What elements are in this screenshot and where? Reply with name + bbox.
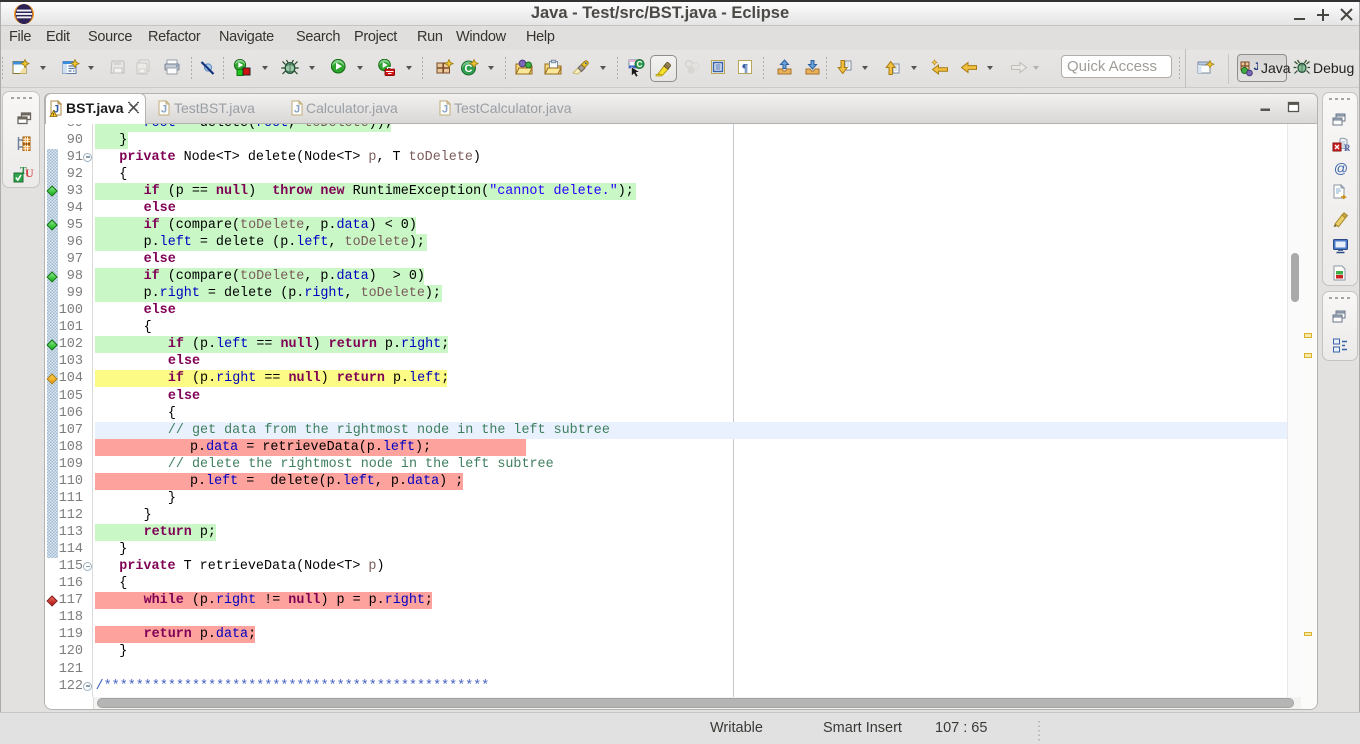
svg-text:J: J <box>1254 61 1259 73</box>
svg-text:J: J <box>294 104 300 116</box>
svg-text:J: J <box>442 104 448 116</box>
svg-text:@: @ <box>1334 160 1348 176</box>
svg-text:C: C <box>637 60 643 69</box>
svg-text:¶: ¶ <box>742 61 748 75</box>
svg-text:C: C <box>465 63 473 75</box>
svg-text:R: R <box>1344 143 1350 153</box>
svg-text:U: U <box>25 166 34 180</box>
svg-text:J: J <box>161 104 167 116</box>
